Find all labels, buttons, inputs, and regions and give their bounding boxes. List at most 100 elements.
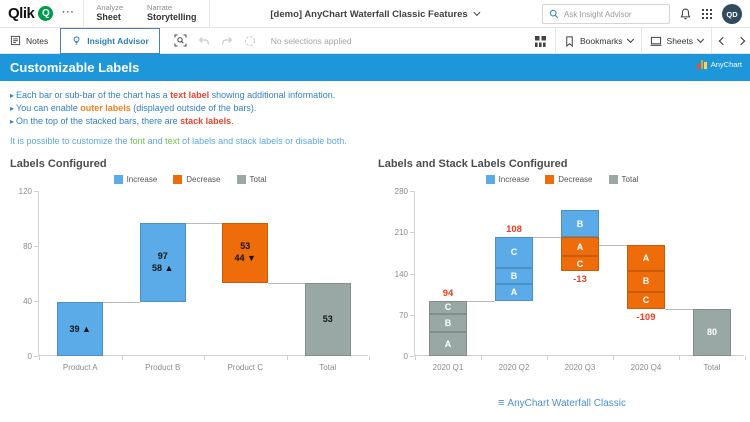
nav-analyze-sheet[interactable]: Analyze Sheet xyxy=(84,2,135,24)
global-menu-icon[interactable]: ⋯ xyxy=(61,4,75,20)
bookmarks-label: Bookmarks xyxy=(580,36,623,46)
note-line: It is possible to customize the font and… xyxy=(10,135,750,148)
qlik-logo[interactable]: Qlik Q xyxy=(8,5,53,22)
no-selections-text: No selections applied xyxy=(271,36,352,46)
legend-swatch xyxy=(173,175,182,184)
x-axis-category-label: 2020 Q2 xyxy=(481,363,547,372)
top-bar: Qlik Q ⋯ Analyze Sheet Narrate Storytell… xyxy=(0,0,750,28)
legend-swatch xyxy=(609,175,618,184)
y-axis-tick-label: 40 xyxy=(8,297,32,306)
x-axis-tick xyxy=(547,356,548,360)
bullet-line: ▸You can enable outer labels (displayed … xyxy=(10,102,750,115)
y-axis-tick xyxy=(34,301,38,302)
segment-label: C xyxy=(561,256,599,271)
description-text: ▸Each bar or sub-bar of the chart has a … xyxy=(0,81,750,148)
x-axis-tick xyxy=(287,356,288,360)
x-axis-tick xyxy=(369,356,370,360)
top-right-actions: Ask Insight Advisor QD xyxy=(542,0,742,28)
y-axis-tick xyxy=(410,274,414,275)
sheet-toolbar: Notes Insight Advisor xyxy=(0,28,750,54)
notifications-bell-icon[interactable] xyxy=(679,8,692,21)
anychart-badge-label: AnyChart xyxy=(711,60,742,69)
y-axis-tick-label: 80 xyxy=(8,242,32,251)
segment-label: B xyxy=(429,314,467,332)
insight-advisor-search[interactable]: Ask Insight Advisor xyxy=(542,4,670,24)
plot-area: Product AProduct BProduct CTotal39 ▲9758… xyxy=(38,191,368,356)
chart-plot: Product AProduct BProduct CTotal39 ▲9758… xyxy=(8,191,372,386)
waterfall-connector xyxy=(665,309,693,310)
y-axis-tick-label: 120 xyxy=(8,187,32,196)
bullet-line: ▸On the top of the stacked bars, there a… xyxy=(10,115,750,128)
next-sheet-button[interactable] xyxy=(737,37,745,45)
nav-narrate-storytelling[interactable]: Narrate Storytelling xyxy=(135,2,209,24)
chart-labels-stack-labels-configured: Labels and Stack Labels Configured Incre… xyxy=(378,158,746,386)
divider xyxy=(711,28,712,55)
bullet-marker: ▸ xyxy=(10,104,14,113)
y-axis-tick-label: 0 xyxy=(384,352,408,361)
app-title-dropdown[interactable]: [demo] AnyChart Waterfall Classic Featur… xyxy=(270,0,479,28)
x-axis-tick xyxy=(204,356,205,360)
x-axis-tick xyxy=(481,356,482,360)
legend-label: Decrease xyxy=(186,175,220,184)
chart-plot: 2020 Q12020 Q22020 Q32020 Q4TotalABC94AB… xyxy=(378,191,746,386)
nav-label: Sheet xyxy=(96,13,123,23)
legend-item-increase[interactable]: Increase xyxy=(486,175,530,184)
x-axis-tick xyxy=(39,356,40,360)
chevron-down-icon xyxy=(626,36,633,43)
plot-area: 2020 Q12020 Q22020 Q32020 Q4TotalABC94AB… xyxy=(414,191,744,356)
segment-label: B xyxy=(627,271,665,292)
y-axis-tick-label: 280 xyxy=(384,187,408,196)
sheets-icon xyxy=(650,36,662,47)
segment-label: A xyxy=(627,245,665,272)
segment-label: C xyxy=(495,237,533,268)
legend-item-total[interactable]: Total xyxy=(609,175,639,184)
bar-value-labels: 9758 ▲ xyxy=(140,223,186,303)
x-axis-tick xyxy=(613,356,614,360)
segment-label: C xyxy=(627,292,665,309)
app-objects-icon[interactable] xyxy=(534,35,547,48)
waterfall-connector xyxy=(467,301,495,302)
waterfall-connector xyxy=(268,283,305,284)
chart-labels-configured: Labels Configured IncreaseDecreaseTotal … xyxy=(8,158,372,386)
sheets-dropdown[interactable]: Sheets xyxy=(650,36,703,47)
x-axis-category-label: 2020 Q4 xyxy=(613,363,679,372)
legend-swatch xyxy=(237,175,246,184)
segment-label: B xyxy=(495,268,533,285)
nav-label: Storytelling xyxy=(147,13,197,23)
chart-legend: Increase Decrease Total xyxy=(378,175,746,184)
legend-item-decrease[interactable]: Decrease xyxy=(173,175,220,184)
waterfall-connector xyxy=(103,302,140,303)
legend-swatch xyxy=(486,175,495,184)
x-axis-category-label: Product A xyxy=(39,363,122,372)
chevron-down-icon xyxy=(474,9,481,16)
y-axis-tick xyxy=(34,191,38,192)
stack-label: 108 xyxy=(495,224,533,235)
legend-item-increase[interactable]: Increase xyxy=(114,175,158,184)
chevron-down-icon xyxy=(697,36,704,43)
step-forward-icon[interactable] xyxy=(221,35,233,47)
waffle-menu-icon[interactable] xyxy=(701,8,713,20)
legend-item-total[interactable]: Total xyxy=(237,175,267,184)
smart-search-icon[interactable] xyxy=(174,34,187,47)
y-axis-tick-label: 70 xyxy=(384,311,408,320)
clear-selections-icon[interactable] xyxy=(244,35,256,47)
insight-advisor-button[interactable]: Insight Advisor xyxy=(60,28,160,54)
legend-item-decrease[interactable]: Decrease xyxy=(545,175,592,184)
y-axis-tick xyxy=(410,315,414,316)
stack-label: -109 xyxy=(627,312,665,323)
bar-value-labels: 5344 ▼ xyxy=(222,223,268,284)
stack-label: -13 xyxy=(561,274,599,285)
anychart-badge: AnyChart xyxy=(697,60,742,69)
user-avatar[interactable]: QD xyxy=(722,4,742,24)
notes-button[interactable]: Notes xyxy=(0,28,58,54)
step-back-icon[interactable] xyxy=(198,35,210,47)
chart-title: Labels and Stack Labels Configured xyxy=(378,158,746,170)
y-axis-tick-label: 210 xyxy=(384,228,408,237)
x-axis-category-label: Product C xyxy=(204,363,287,372)
search-placeholder: Ask Insight Advisor xyxy=(564,10,632,19)
bookmarks-dropdown[interactable]: Bookmarks xyxy=(564,36,633,47)
x-axis-tick xyxy=(122,356,123,360)
notes-icon xyxy=(10,35,21,46)
anychart-extension-link[interactable]: ≡AnyChart Waterfall Classic xyxy=(378,397,746,409)
previous-sheet-button[interactable] xyxy=(719,37,727,45)
